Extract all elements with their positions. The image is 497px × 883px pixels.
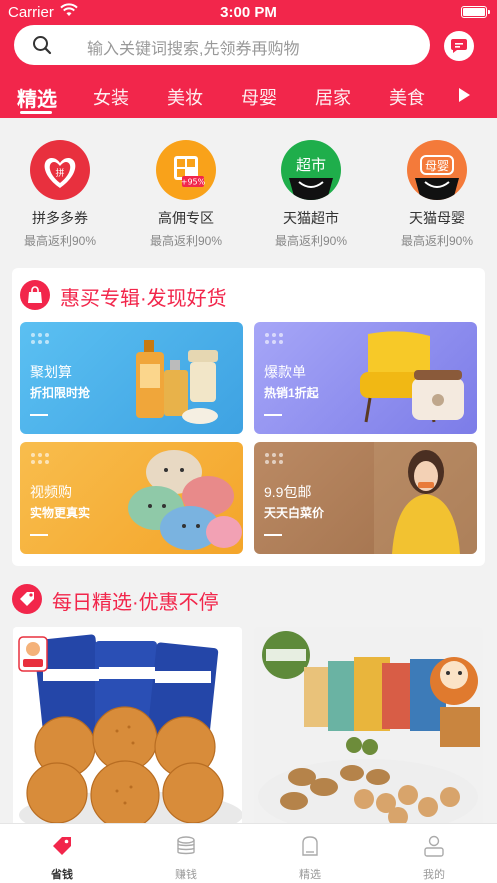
quick-link-title: 天猫超市: [283, 210, 339, 226]
battery-icon: [461, 6, 490, 18]
bottom-tab-bar: 省钱 赚钱 精选 我的: [0, 823, 497, 883]
quick-link-subtitle: 最高返利90%: [274, 234, 348, 248]
promo-video-shopping[interactable]: 视频购 实物更真实: [20, 442, 243, 554]
shopping-bag-icon: [20, 280, 50, 310]
svg-text:+95%: +95%: [181, 178, 206, 187]
svg-text:母婴: 母婴: [425, 159, 449, 173]
svg-text:超市: 超市: [296, 156, 326, 174]
promo-title: 视频购: [30, 484, 72, 500]
section-title: 惠买专辑·发现好货: [60, 288, 227, 310]
dots-decoration-icon: [265, 453, 283, 464]
tab-beauty[interactable]: 美妆: [167, 84, 203, 110]
snacks-product-image: [254, 627, 483, 832]
promo-subtitle: 天天白菜价: [264, 506, 325, 520]
status-time: 3:00 PM: [220, 4, 277, 21]
tab-label: 我的: [423, 869, 445, 881]
status-bar: Carrier 3:00 PM: [0, 0, 497, 24]
tab-label: 省钱: [51, 869, 73, 881]
quick-link-pinduoduo[interactable]: 拼 拼多多券 最高返利90%: [5, 140, 115, 249]
promo-subtitle: 实物更真实: [30, 506, 91, 520]
quick-link-subtitle: 最高返利90%: [400, 234, 474, 248]
search-icon: [33, 36, 52, 55]
quick-link-tmall-supermarket[interactable]: 超市 天猫超市 最高返利90%: [256, 140, 366, 249]
quick-link-title: 天猫母婴: [409, 210, 465, 226]
plush-toys-product-image: [128, 450, 242, 550]
price-tag-icon: [12, 584, 42, 614]
dots-decoration-icon: [31, 333, 49, 344]
promo-underline: [264, 534, 282, 536]
tag-icon: [53, 837, 71, 855]
product-card-snacks[interactable]: [254, 627, 483, 832]
high-commission-icon: +95%: [156, 140, 216, 200]
promo-subtitle: 折扣限时抢: [30, 386, 91, 400]
quick-links: 拼 拼多多券 最高返利90% +95% 高佣专区 最高返利90% 超市 天猫超市…: [0, 118, 497, 258]
promo-free-shipping[interactable]: 9.9包邮 天天白菜价: [254, 442, 477, 554]
user-icon: [424, 835, 444, 857]
quick-link-title: 拼多多券: [32, 210, 88, 226]
perfume-product-image: [136, 340, 218, 424]
tab-baby[interactable]: 母婴: [241, 84, 277, 110]
tab-food[interactable]: 美食: [389, 84, 425, 110]
pinduoduo-icon: 拼: [30, 140, 90, 200]
coins-icon: [177, 836, 195, 855]
promo-subtitle: 热销1折起: [264, 386, 319, 400]
more-tabs-arrow-icon[interactable]: [459, 88, 470, 102]
tab-label: 精选: [299, 869, 321, 881]
model-photo-image: [374, 442, 477, 554]
quick-link-high-commission[interactable]: +95% 高佣专区 最高返利90%: [131, 140, 241, 249]
promo-title: 9.9包邮: [264, 484, 312, 500]
category-tabs: 精选 女装 美妆 母婴 居家 美食: [0, 80, 497, 116]
message-button[interactable]: [444, 31, 474, 61]
tab-women-clothing[interactable]: 女装: [93, 84, 129, 110]
search-input[interactable]: 输入关键词搜索,先领券再购物: [87, 35, 299, 59]
bag-icon: [302, 836, 318, 856]
promo-juhuasuan[interactable]: 聚划算 折扣限时抢: [20, 322, 243, 434]
header: Carrier 3:00 PM 输入关键词搜索,先领券再购物 精选 女装 美妆 …: [0, 0, 497, 118]
svg-text:拼: 拼: [55, 167, 64, 179]
quick-link-subtitle: 最高返利90%: [23, 234, 97, 248]
tmall-baby-icon: 母婴: [407, 140, 467, 200]
quick-link-tmall-baby[interactable]: 母婴 天猫母婴 最高返利90%: [382, 140, 492, 249]
tab-home[interactable]: 居家: [315, 84, 351, 110]
dots-decoration-icon: [265, 333, 283, 344]
promo-title: 爆款单: [264, 364, 306, 380]
section-curated-albums: 惠买专辑·发现好货 聚划算 折扣限时抢 爆款单 热销1折起 视频购 实物更真实 …: [12, 268, 485, 566]
tab-earn-money[interactable]: 赚钱: [124, 824, 248, 883]
product-card-biscuits[interactable]: [13, 627, 242, 832]
promo-hot-items[interactable]: 爆款单 热销1折起: [254, 322, 477, 434]
tab-featured-picks[interactable]: 精选: [248, 824, 372, 883]
tab-save-money[interactable]: 省钱: [0, 824, 124, 883]
biscuits-product-image: [13, 627, 242, 832]
tab-label: 赚钱: [175, 869, 197, 881]
promo-underline: [30, 414, 48, 416]
search-bar[interactable]: 输入关键词搜索,先领券再购物: [14, 25, 430, 65]
armchair-product-image: [360, 331, 464, 423]
tab-mine[interactable]: 我的: [372, 824, 496, 883]
chat-icon: [451, 39, 467, 53]
tab-featured[interactable]: 精选: [17, 83, 57, 112]
active-tab-indicator: [20, 111, 52, 114]
promo-title: 聚划算: [30, 364, 72, 380]
tmall-supermarket-icon: 超市: [281, 140, 341, 200]
quick-link-subtitle: 最高返利90%: [149, 234, 223, 248]
section-title: 每日精选·优惠不停: [52, 592, 219, 614]
promo-underline: [30, 534, 48, 536]
quick-link-title: 高佣专区: [158, 210, 214, 226]
dots-decoration-icon: [31, 453, 49, 464]
promo-underline: [264, 414, 282, 416]
